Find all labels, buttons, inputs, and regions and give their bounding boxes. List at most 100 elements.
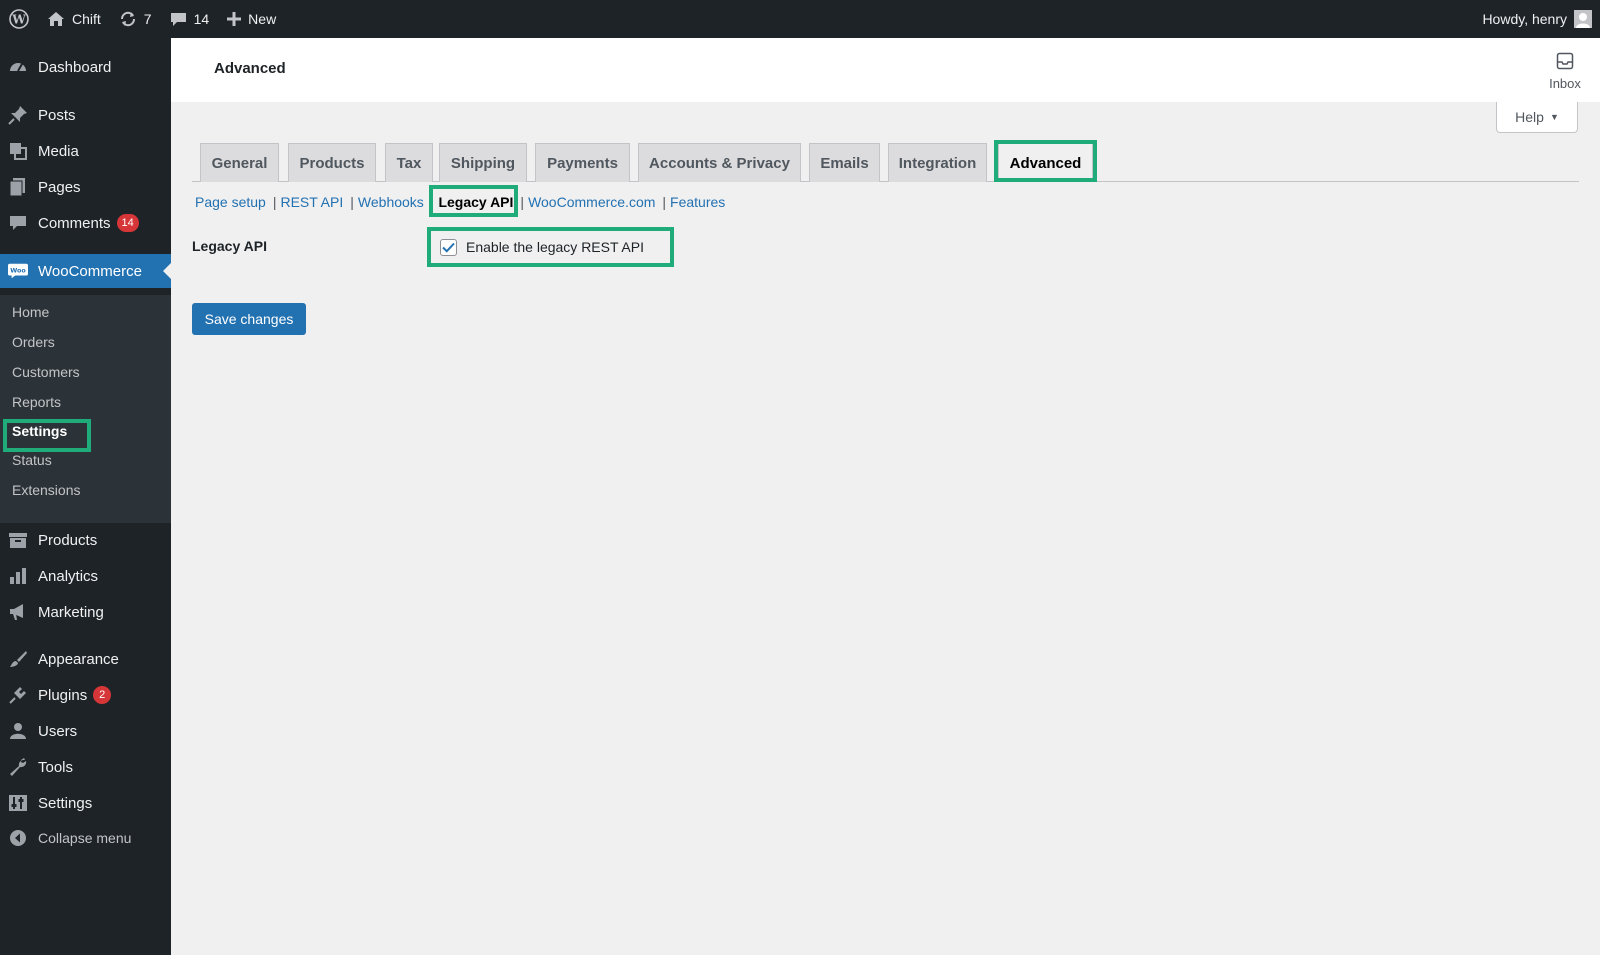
sidebar-item-label: Comments bbox=[38, 214, 111, 232]
sidebar-item-label: Pages bbox=[38, 178, 81, 196]
subnav-webhooks[interactable]: Webhooks bbox=[358, 194, 424, 210]
sidebar-item-settings[interactable]: Settings bbox=[0, 786, 171, 820]
admin-sidebar: Dashboard Posts Media Pages Comments 14 … bbox=[0, 38, 171, 955]
subnav-separator: | bbox=[520, 194, 525, 210]
submenu-item-status[interactable]: Status bbox=[12, 449, 52, 471]
subnav-rest-api[interactable]: REST API bbox=[280, 194, 343, 210]
submenu-item-settings[interactable]: Settings bbox=[12, 420, 67, 442]
pages-icon bbox=[8, 177, 28, 197]
sidebar-item-label: Plugins bbox=[38, 686, 88, 704]
submenu-item-customers[interactable]: Customers bbox=[12, 361, 80, 383]
sidebar-item-pages[interactable]: Pages bbox=[0, 170, 171, 204]
legacy-api-checkbox-row[interactable]: Enable the legacy REST API bbox=[440, 236, 644, 258]
sidebar-item-analytics[interactable]: Analytics bbox=[0, 559, 171, 593]
plugins-badge: 2 bbox=[93, 686, 112, 704]
tab-tax[interactable]: Tax bbox=[385, 143, 433, 182]
megaphone-icon bbox=[8, 602, 28, 622]
site-name: Chift bbox=[72, 11, 101, 27]
sidebar-item-label: Settings bbox=[38, 794, 93, 812]
sidebar-item-dashboard[interactable]: Dashboard bbox=[0, 50, 171, 84]
wordpress-logo-icon[interactable]: W bbox=[0, 0, 38, 38]
sidebar-item-appearance[interactable]: Appearance bbox=[0, 642, 171, 676]
sidebar-item-label: Analytics bbox=[38, 567, 99, 585]
tab-integration[interactable]: Integration bbox=[888, 143, 987, 182]
tab-products[interactable]: Products bbox=[288, 143, 376, 182]
sidebar-item-posts[interactable]: Posts bbox=[0, 98, 171, 132]
caret-down-icon: ▼ bbox=[1549, 112, 1559, 122]
subnav-separator: | bbox=[350, 194, 354, 210]
page-title: Advanced bbox=[214, 60, 286, 77]
sidebar-item-tools[interactable]: Tools bbox=[0, 750, 171, 784]
sidebar-item-label: Dashboard bbox=[38, 58, 112, 76]
brush-icon bbox=[8, 649, 28, 669]
plugin-icon bbox=[8, 685, 28, 705]
sidebar-item-marketing[interactable]: Marketing bbox=[0, 595, 171, 629]
sidebar-item-label: Products bbox=[38, 531, 98, 549]
comments-badge: 14 bbox=[116, 214, 139, 232]
sidebar-item-media[interactable]: Media bbox=[0, 134, 171, 168]
submenu-item-orders[interactable]: Orders bbox=[12, 331, 55, 353]
comments-count: 14 bbox=[193, 11, 210, 27]
tab-shipping[interactable]: Shipping bbox=[439, 143, 527, 182]
plus-icon bbox=[227, 12, 242, 26]
pin-icon bbox=[8, 105, 28, 125]
my-account-link[interactable]: Howdy, henry bbox=[1473, 0, 1600, 38]
submenu-item-extensions[interactable]: Extensions bbox=[12, 479, 80, 501]
woocommerce-icon: Woo bbox=[8, 261, 28, 281]
section-subnav: Page setup | REST API | Webhooks | Legac… bbox=[195, 192, 725, 212]
subnav-separator: | bbox=[662, 194, 667, 210]
legacy-api-checkbox[interactable] bbox=[440, 238, 457, 256]
legacy-api-checkbox-label: Enable the legacy REST API bbox=[466, 239, 644, 255]
submenu-item-reports[interactable]: Reports bbox=[12, 391, 61, 413]
svg-text:W: W bbox=[11, 13, 26, 27]
user-icon bbox=[8, 721, 28, 741]
sidebar-item-label: Tools bbox=[38, 758, 74, 776]
sidebar-item-comments[interactable]: Comments 14 bbox=[0, 206, 171, 240]
sidebar-item-label: Users bbox=[38, 722, 78, 740]
sidebar-item-products[interactable]: Products bbox=[0, 523, 171, 557]
tab-accounts-privacy[interactable]: Accounts & Privacy bbox=[638, 143, 801, 182]
media-icon bbox=[8, 141, 28, 161]
help-button[interactable]: Help ▼ bbox=[1496, 102, 1578, 133]
collapse-menu-button[interactable]: Collapse menu bbox=[0, 821, 171, 855]
current-menu-arrow bbox=[163, 263, 171, 279]
updates-count: 7 bbox=[143, 11, 152, 27]
comments-link[interactable]: 14 bbox=[161, 0, 219, 38]
comment-icon bbox=[8, 213, 28, 233]
greeting: Howdy, henry bbox=[1482, 11, 1567, 27]
dashboard-icon bbox=[8, 57, 28, 77]
subnav-woocommerce-com[interactable]: WooCommerce.com bbox=[528, 194, 655, 210]
tab-payments[interactable]: Payments bbox=[535, 143, 630, 182]
inbox-button[interactable]: Inbox bbox=[1540, 52, 1590, 91]
tab-advanced[interactable]: Advanced bbox=[998, 143, 1093, 182]
subnav-page-setup[interactable]: Page setup bbox=[195, 194, 266, 210]
submenu-item-home[interactable]: Home bbox=[12, 301, 49, 323]
avatar bbox=[1574, 10, 1592, 28]
page-header: Advanced Inbox bbox=[171, 38, 1600, 102]
save-changes-button[interactable]: Save changes bbox=[192, 303, 306, 335]
wrench-icon bbox=[8, 757, 28, 777]
tab-emails[interactable]: Emails bbox=[809, 143, 880, 182]
settings-sliders-icon bbox=[8, 793, 28, 813]
new-content-link[interactable]: New bbox=[218, 0, 285, 38]
collapse-icon bbox=[8, 828, 28, 848]
sidebar-item-woocommerce[interactable]: Woo WooCommerce bbox=[0, 254, 171, 288]
sidebar-item-users[interactable]: Users bbox=[0, 714, 171, 748]
sidebar-item-label: Appearance bbox=[38, 650, 119, 668]
svg-text:Woo: Woo bbox=[10, 267, 26, 274]
tab-general[interactable]: General bbox=[200, 143, 279, 182]
updates-link[interactable]: 7 bbox=[110, 0, 161, 38]
bar-chart-icon bbox=[8, 566, 28, 586]
home-icon bbox=[47, 11, 65, 27]
site-name-link[interactable]: Chift bbox=[38, 0, 110, 38]
inbox-icon bbox=[1556, 52, 1574, 73]
sidebar-item-label: Posts bbox=[38, 106, 76, 124]
comment-icon bbox=[170, 11, 187, 28]
sidebar-item-label: WooCommerce bbox=[38, 262, 142, 280]
new-label: New bbox=[248, 11, 277, 27]
subnav-features[interactable]: Features bbox=[670, 194, 725, 210]
sidebar-item-label: Marketing bbox=[38, 603, 104, 621]
subnav-legacy-api[interactable]: Legacy API bbox=[438, 194, 513, 210]
help-label: Help bbox=[1515, 109, 1544, 125]
sidebar-item-plugins[interactable]: Plugins 2 bbox=[0, 678, 171, 712]
